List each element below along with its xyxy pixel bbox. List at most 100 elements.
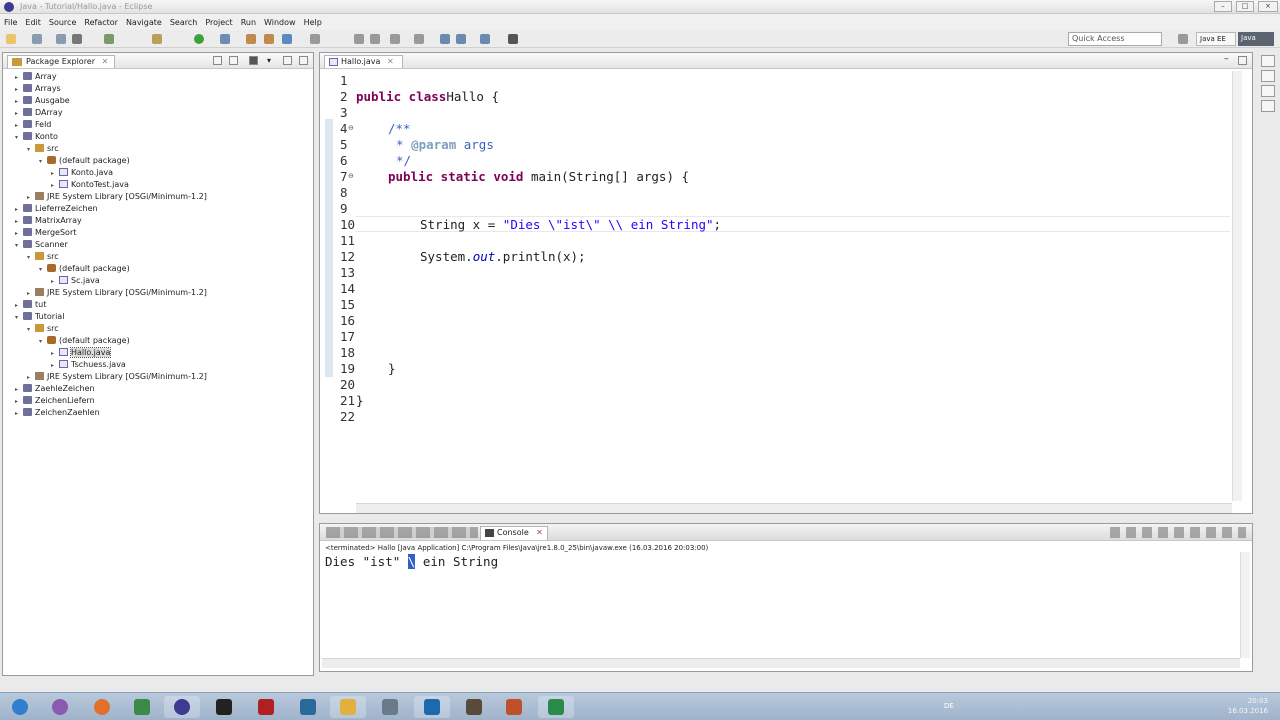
editor-horizontal-scrollbar[interactable] bbox=[356, 503, 1232, 513]
new-class-icon[interactable] bbox=[282, 34, 292, 44]
code-line[interactable]: } bbox=[356, 393, 364, 409]
minimize-view-icon[interactable]: – bbox=[1224, 54, 1233, 64]
debug-icon[interactable] bbox=[104, 34, 114, 44]
maximize-button[interactable]: □ bbox=[1236, 1, 1254, 12]
minimize-view-icon[interactable] bbox=[283, 56, 292, 65]
tree-item[interactable]: ▾ src bbox=[27, 323, 59, 335]
code-line[interactable]: /** bbox=[388, 121, 411, 137]
tree-item[interactable]: ▾ Konto bbox=[15, 131, 58, 143]
java-doc-icon[interactable] bbox=[1261, 100, 1275, 112]
tree-item[interactable]: ▸ MatrixArray bbox=[15, 215, 82, 227]
tree-item[interactable]: ▸ Sc.java bbox=[51, 275, 100, 287]
perspective-java[interactable]: Java bbox=[1238, 32, 1274, 46]
collapse-all-icon[interactable] bbox=[213, 56, 222, 65]
menu-window[interactable]: Window bbox=[264, 18, 296, 27]
taskbar-app[interactable] bbox=[206, 696, 242, 718]
taskbar-app[interactable] bbox=[124, 696, 160, 718]
code-line[interactable]: String x = "Dies \"ist\" \\ ein String"; bbox=[420, 217, 721, 233]
tree-item[interactable]: ▸ KontoTest.java bbox=[51, 179, 129, 191]
tree-item[interactable]: ▾ (default package) bbox=[39, 155, 130, 167]
close-icon[interactable]: ✕ bbox=[387, 57, 394, 66]
maximize-view-icon[interactable] bbox=[1238, 56, 1247, 65]
save-all-icon[interactable] bbox=[56, 34, 66, 44]
tree-item[interactable]: ▸ Hallo.java bbox=[51, 347, 112, 359]
toggle-mark-occurrences-icon[interactable] bbox=[370, 34, 380, 44]
taskbar-app[interactable] bbox=[538, 696, 574, 718]
other-view-tabs[interactable] bbox=[326, 527, 478, 538]
print-icon[interactable] bbox=[72, 34, 82, 44]
expand-arrow-icon[interactable]: ▾ bbox=[39, 264, 47, 276]
task-list-icon[interactable] bbox=[1261, 85, 1275, 97]
taskbar-eclipse[interactable] bbox=[164, 696, 200, 718]
code-line[interactable]: } bbox=[388, 361, 396, 377]
console-vertical-scrollbar[interactable] bbox=[1240, 552, 1250, 658]
perspective-java-ee[interactable]: Java EE bbox=[1196, 32, 1236, 46]
tree-item[interactable]: ▸ JRE System Library [OSGi/Minimum-1.2] bbox=[27, 371, 207, 383]
taskbar-firefox[interactable] bbox=[84, 696, 120, 718]
fold-toggle-icon[interactable]: ⊖ bbox=[348, 172, 354, 180]
link-with-editor-icon[interactable] bbox=[229, 56, 238, 65]
new-package-icon[interactable] bbox=[264, 34, 274, 44]
tree-item[interactable]: ▾ src bbox=[27, 143, 59, 155]
tree-item[interactable]: ▾ Tutorial bbox=[15, 311, 64, 323]
search-icon[interactable] bbox=[354, 34, 364, 44]
tree-item[interactable]: ▾ (default package) bbox=[39, 335, 130, 347]
console-output[interactable]: Dies "ist" \ ein String bbox=[325, 554, 498, 570]
menu-refactor[interactable]: Refactor bbox=[84, 18, 118, 27]
tab-hallo-java[interactable]: Hallo.java ✕ bbox=[324, 55, 403, 68]
tree-item[interactable]: ▸ tut bbox=[15, 299, 46, 311]
console-horizontal-scrollbar[interactable] bbox=[322, 658, 1240, 668]
tree-item[interactable]: ▸ JRE System Library [OSGi/Minimum-1.2] bbox=[27, 191, 207, 203]
menu-search[interactable]: Search bbox=[170, 18, 197, 27]
tab-console[interactable]: Console ✕ bbox=[480, 526, 548, 540]
save-icon[interactable] bbox=[32, 34, 42, 44]
collapse-arrow-icon[interactable]: ▸ bbox=[15, 408, 23, 420]
code-line[interactable]: */ bbox=[396, 153, 411, 169]
fold-toggle-icon[interactable]: ⊖ bbox=[348, 124, 354, 132]
new-icon[interactable] bbox=[6, 34, 16, 44]
expand-arrow-icon[interactable]: ▾ bbox=[39, 156, 47, 168]
menu-run[interactable]: Run bbox=[241, 18, 256, 27]
tray-clock[interactable]: 20:03 16.03.2016 bbox=[1228, 696, 1268, 716]
expand-arrow-icon[interactable]: ▾ bbox=[27, 252, 35, 264]
tree-item[interactable]: ▾ (default package) bbox=[39, 263, 130, 275]
taskbar-app[interactable] bbox=[414, 696, 450, 718]
tree-item[interactable]: ▸ ZeichenZaehlen bbox=[15, 407, 100, 419]
start-button[interactable] bbox=[2, 696, 38, 718]
menu-navigate[interactable]: Navigate bbox=[126, 18, 162, 27]
tree-item[interactable]: ▸ Feld bbox=[15, 119, 51, 131]
tree-item[interactable]: ▸ MergeSort bbox=[15, 227, 76, 239]
forward-icon[interactable] bbox=[456, 34, 466, 44]
tree-item[interactable]: ▸ JRE System Library [OSGi/Minimum-1.2] bbox=[27, 287, 207, 299]
maximize-view-icon[interactable] bbox=[299, 56, 308, 65]
close-button[interactable]: × bbox=[1258, 1, 1278, 12]
taskbar-app[interactable] bbox=[496, 696, 532, 718]
menu-project[interactable]: Project bbox=[205, 18, 232, 27]
menu-help[interactable]: Help bbox=[304, 18, 322, 27]
next-annotation-icon[interactable] bbox=[414, 34, 424, 44]
taskbar-explorer[interactable] bbox=[330, 696, 366, 718]
new-java-project-icon[interactable] bbox=[246, 34, 256, 44]
expand-arrow-icon[interactable]: ▾ bbox=[15, 312, 23, 324]
code-line[interactable]: System.out.println(x); bbox=[420, 249, 586, 265]
expand-arrow-icon[interactable]: ▾ bbox=[15, 132, 23, 144]
menu-file[interactable]: File bbox=[4, 18, 17, 27]
tray-language[interactable]: DE bbox=[944, 702, 954, 710]
menu-source[interactable]: Source bbox=[49, 18, 76, 27]
external-tools-icon[interactable] bbox=[220, 34, 230, 44]
console-toolbar-icons[interactable] bbox=[1110, 527, 1246, 538]
code-line[interactable]: * @param args bbox=[396, 137, 494, 153]
pin-editor-icon[interactable] bbox=[508, 34, 518, 44]
view-menu-icon[interactable]: ▾ bbox=[267, 56, 276, 65]
back-icon[interactable] bbox=[440, 34, 450, 44]
close-icon[interactable]: ✕ bbox=[102, 57, 109, 66]
tree-item[interactable]: ▸ Tschuess.java bbox=[51, 359, 126, 371]
tree-item[interactable]: ▸ ZaehleZeichen bbox=[15, 383, 95, 395]
tree-item[interactable]: ▸ LieferreZeichen bbox=[15, 203, 98, 215]
annotation-icon[interactable] bbox=[390, 34, 400, 44]
taskbar-app[interactable] bbox=[42, 696, 78, 718]
run-icon[interactable] bbox=[194, 34, 204, 44]
editor-vertical-scrollbar[interactable] bbox=[1232, 71, 1242, 501]
tree-item[interactable]: ▾ Scanner bbox=[15, 239, 68, 251]
close-icon[interactable]: ✕ bbox=[536, 528, 543, 537]
